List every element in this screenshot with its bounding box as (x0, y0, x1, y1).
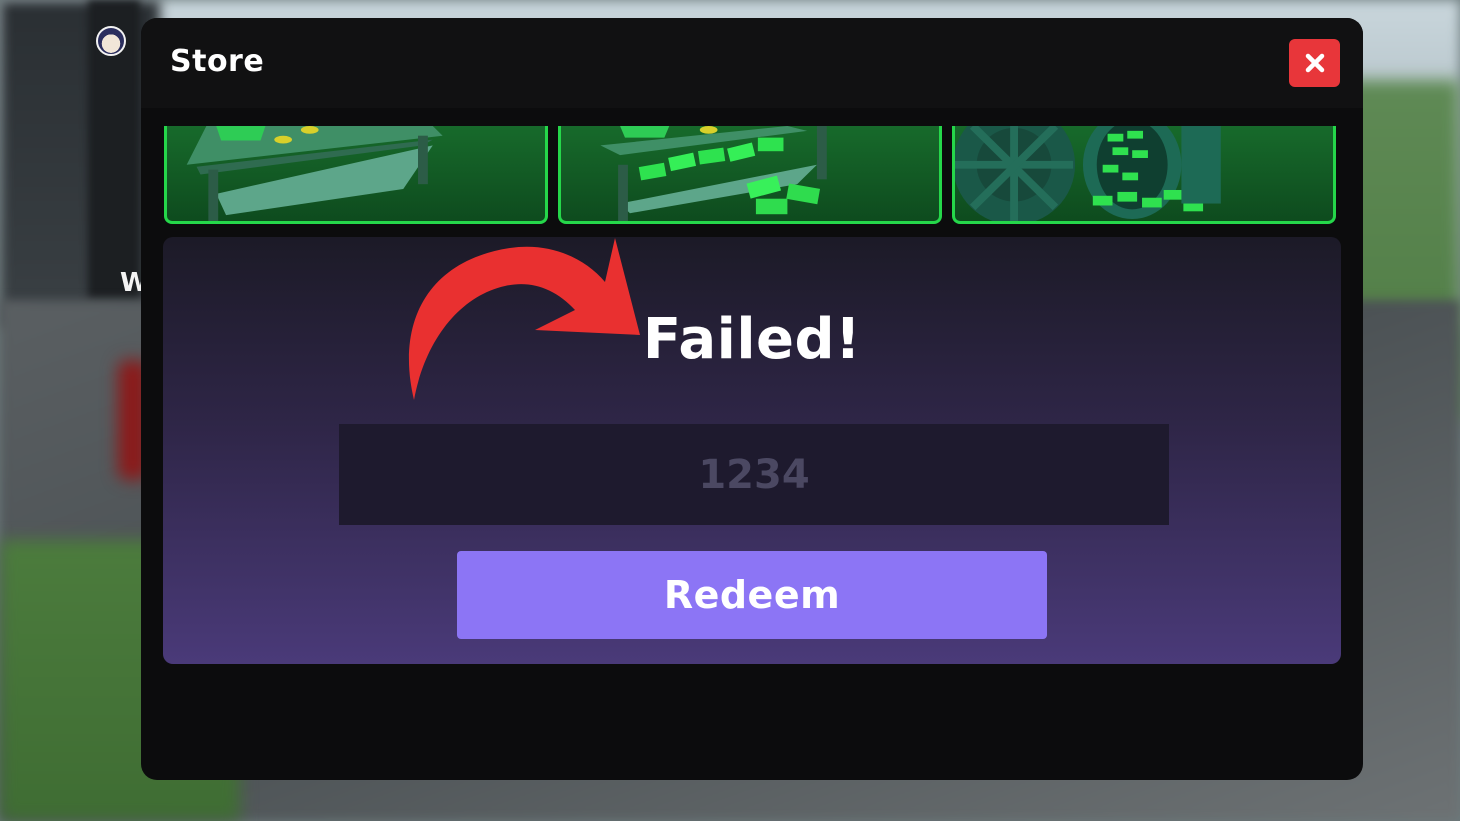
product-card-money-table[interactable] (164, 126, 548, 224)
store-window: Store Failed! 1234 Redeem (141, 18, 1363, 780)
red-arrow-icon (408, 238, 640, 400)
product-card-vault[interactable] (952, 126, 1336, 224)
table-icon (186, 126, 443, 221)
code-input[interactable] (339, 424, 1169, 525)
status-message: Failed! (642, 307, 862, 372)
store-title: Store (170, 44, 265, 79)
player-avatar-icon (96, 26, 126, 56)
close-button[interactable] (1289, 39, 1340, 87)
cash-stack-icon (600, 126, 827, 221)
vault-icon (955, 126, 1221, 221)
redeem-button[interactable]: Redeem (457, 551, 1047, 639)
store-header: Store (141, 18, 1363, 108)
redeem-panel: Failed! Redeem (163, 237, 1341, 664)
product-card-cash-table[interactable] (558, 126, 942, 224)
close-icon (1305, 53, 1324, 73)
